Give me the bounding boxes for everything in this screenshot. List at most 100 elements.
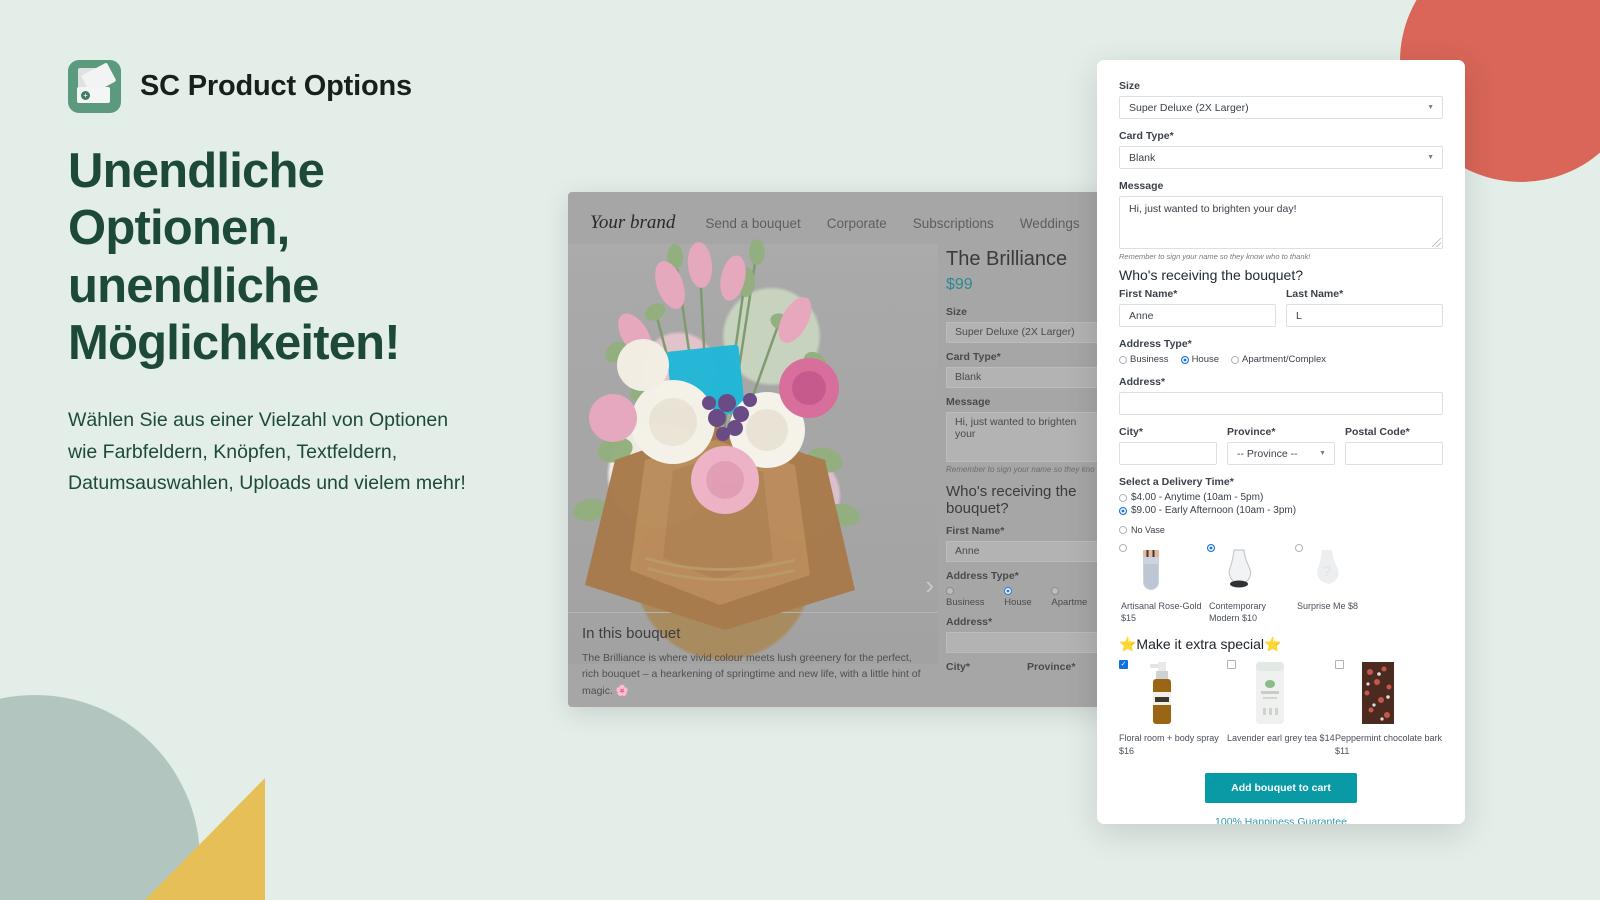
happiness-guarantee-link[interactable]: 100% Happiness Guarantee [1119,816,1443,824]
chevron-down-icon: ▼ [1319,450,1326,457]
message-textarea-value: Hi, just wanted to brighten your day! [1129,203,1297,215]
label-last-name: Last Name* [1286,288,1344,300]
vase-option-label: Surprise Me $8 [1297,601,1359,611]
addons-group: ✓ Floral room + body spray $16 Lavender … [1119,660,1443,756]
address-type-radio-group: Business House Apartment/Complex [1119,354,1443,365]
label-postal-code: Postal Code* [1345,426,1410,438]
mockup-message-textarea[interactable]: Hi, just wanted to brighten your [946,412,1098,462]
radio-icon-selected [1119,506,1127,515]
radio-address-type-house[interactable]: House [1180,354,1220,365]
checkbox-icon[interactable] [1227,660,1236,670]
mockup-address-type-group: Business House Apartme [946,586,1098,608]
vase-option-label: Artisanal Rose-Gold $15 [1121,601,1202,623]
brand-name: SC Product Options [140,70,412,102]
add-bouquet-to-cart-button[interactable]: Add bouquet to cart [1205,772,1357,803]
chevron-down-icon: ▼ [1427,154,1434,161]
mockup-radio-apartment[interactable]: Apartme [1051,586,1098,608]
label-province: Province* [1227,426,1276,438]
mockup-bouquet-description: In this bouquet The Brilliance is where … [568,612,938,707]
radio-icon-selected [1180,355,1189,364]
mockup-nav-link-send-a-bouquet[interactable]: Send a bouquet [705,216,800,231]
checkbox-icon-checked[interactable]: ✓ [1119,660,1128,670]
message-textarea[interactable]: Hi, just wanted to brighten your day! [1119,196,1443,249]
last-name-input[interactable]: L [1286,304,1443,327]
mockup-description-body: The Brilliance is where vivid colour mee… [582,652,921,697]
addon-label: Lavender earl grey tea $14 [1227,733,1335,744]
svg-text:?: ? [1323,563,1331,580]
postal-code-input[interactable] [1345,442,1443,465]
vase-option-artisanal-rose-gold[interactable]: Artisanal Rose-Gold $15 [1119,544,1207,624]
mockup-brand-logo: Your brand [590,212,676,233]
vase-option-label: Contemporary Modern $10 [1209,601,1267,623]
mockup-card-type-select[interactable]: Blank [946,367,1098,388]
radio-delivery-early-afternoon[interactable]: $9.00 - Early Afternoon (10am - 3pm) [1119,505,1443,516]
radio-icon[interactable] [1119,544,1127,552]
sc-product-options-logo-icon: + [68,60,121,113]
mockup-recipient-heading: Who's receiving the bouquet? [946,483,1077,517]
mockup-product-title: The Brilliance [946,248,1068,270]
mockup-label-city: City* [946,661,970,673]
mockup-product-photo [568,244,938,664]
label-card-type: Card Type* [1119,130,1174,142]
chocolate-bark-icon [1362,662,1394,725]
mockup-first-name-input[interactable]: Anne [946,541,1098,562]
hero-headline: Unendliche Optionen, unendliche Möglichk… [68,144,401,370]
mockup-label-first-name: First Name* [946,525,1005,537]
radio-no-vase[interactable]: No Vase [1119,525,1443,535]
product-options-panel: Size Super Deluxe (2X Larger) ▼ Card Typ… [1097,60,1465,824]
resize-grip-icon[interactable] [1432,238,1441,247]
make-it-extra-special-heading: ⭐Make it extra special⭐ [1119,636,1282,653]
mockup-message-hint: Remember to sign your name so they kno [946,465,1095,474]
mockup-product-form: The Brilliance $99 Size Super Deluxe (2X… [940,244,1116,707]
mockup-description-title: In this bouquet [582,625,681,642]
background-store-mockup: Your brand Send a bouquet Corporate Subs… [568,192,1116,707]
vase-option-surprise-me[interactable]: ? Surprise Me $8 [1295,544,1383,624]
chevron-right-icon[interactable]: › [925,570,934,601]
brand-lockup: + SC Product Options [68,60,538,113]
mockup-size-select[interactable]: Super Deluxe (2X Larger) [946,322,1098,343]
first-name-input[interactable]: Anne [1119,304,1276,327]
mockup-product-price: $99 [946,276,973,293]
card-type-select-value: Blank [1129,151,1156,164]
size-select-value: Super Deluxe (2X Larger) [1129,101,1249,114]
radio-icon[interactable] [1295,544,1303,552]
plus-badge-icon: + [81,91,90,100]
radio-delivery-anytime[interactable]: $4.00 - Anytime (10am - 5pm) [1119,492,1443,503]
vase-option-contemporary-modern[interactable]: Contemporary Modern $10 [1207,544,1295,624]
radio-label: $9.00 - Early Afternoon (10am - 3pm) [1131,505,1297,516]
mockup-label-card-type: Card Type* [946,351,1001,363]
mockup-radio-house[interactable]: House [1004,586,1042,608]
radio-icon [1119,526,1127,534]
mockup-radio-business[interactable]: Business [946,586,995,608]
label-message: Message [1119,180,1164,192]
radio-address-type-apartment[interactable]: Apartment/Complex [1231,354,1326,365]
radio-icon [1119,493,1127,502]
mockup-nav-link-corporate[interactable]: Corporate [827,216,887,231]
label-city: City* [1119,426,1143,438]
radio-address-type-business[interactable]: Business [1119,354,1169,365]
radio-label: House [1191,354,1220,365]
hero-copy-block: + SC Product Options Unendliche Optionen… [68,60,538,519]
address-input[interactable] [1119,392,1443,415]
province-select[interactable]: -- Province -- ▼ [1227,442,1335,465]
radio-label: Apartment/Complex [1242,354,1326,365]
addon-peppermint-bark[interactable]: Peppermint chocolate bark $11 [1335,660,1443,756]
checkbox-icon[interactable] [1335,660,1344,670]
radio-label: Business [1130,354,1169,365]
addon-lavender-tea[interactable]: Lavender earl grey tea $14 [1227,660,1335,756]
radio-icon-selected[interactable] [1207,544,1215,552]
recipient-heading: Who's receiving the bouquet? [1119,267,1304,283]
vase-clear-glass-icon [1228,549,1252,588]
card-type-select[interactable]: Blank ▼ [1119,146,1443,169]
message-hint: Remember to sign your name so they know … [1119,252,1311,261]
radio-icon [1231,355,1240,364]
mockup-nav-link-subscriptions[interactable]: Subscriptions [913,216,994,231]
cart-actions: Add bouquet to cart 100% Happiness Guara… [1119,772,1443,824]
radio-icon [1119,355,1127,364]
vase-surprise-icon: ? [1317,550,1339,584]
city-input[interactable] [1119,442,1217,465]
mockup-nav-link-weddings[interactable]: Weddings [1020,216,1080,231]
addon-floral-spray[interactable]: ✓ Floral room + body spray $16 [1119,660,1227,756]
mockup-address-input[interactable] [946,632,1098,653]
size-select[interactable]: Super Deluxe (2X Larger) ▼ [1119,96,1443,119]
